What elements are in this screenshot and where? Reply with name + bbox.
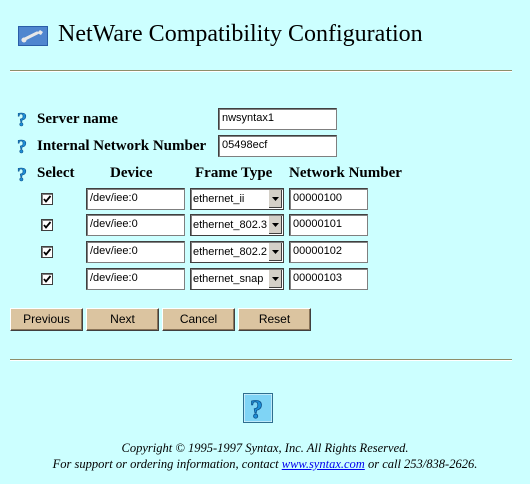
- support-text: For support or ordering information, con…: [0, 457, 530, 472]
- support-prefix: For support or ordering information, con…: [52, 457, 279, 471]
- support-suffix: or call 253/838-2626.: [367, 457, 478, 471]
- wrench-icon: [18, 26, 48, 46]
- cancel-button[interactable]: Cancel: [162, 308, 235, 331]
- column-header-frame-type: Frame Type: [195, 165, 273, 181]
- frame-type-select[interactable]: ethernet_802.3: [190, 214, 284, 236]
- chevron-down-icon[interactable]: [268, 270, 282, 288]
- syntax-website-link[interactable]: www.syntax.com: [282, 457, 365, 471]
- help-icon[interactable]: ?: [16, 137, 34, 159]
- svg-text:?: ?: [17, 137, 27, 154]
- help-icon[interactable]: ?: [16, 110, 34, 132]
- network-number-input[interactable]: 00000103: [289, 268, 368, 290]
- previous-button[interactable]: Previous: [10, 308, 83, 331]
- select-checkbox[interactable]: [41, 246, 53, 258]
- internal-network-number-label: Internal Network Number: [37, 138, 207, 154]
- device-input[interactable]: /dev/iee:0: [86, 188, 185, 210]
- column-header-device: Device: [110, 165, 153, 181]
- device-input[interactable]: /dev/iee:0: [86, 214, 185, 236]
- device-input[interactable]: /dev/iee:0: [86, 241, 185, 263]
- frame-type-value: ethernet_802.2: [193, 246, 268, 258]
- frame-type-value: ethernet_ii: [193, 193, 245, 205]
- frame-type-select[interactable]: ethernet_802.2: [190, 241, 284, 263]
- server-name-label: Server name: [37, 111, 118, 127]
- bottom-divider: [10, 359, 512, 361]
- chevron-down-icon[interactable]: [268, 216, 282, 234]
- network-number-input[interactable]: 00000101: [289, 214, 368, 236]
- chevron-down-icon[interactable]: [268, 243, 282, 261]
- server-name-input[interactable]: nwsyntax1: [218, 108, 337, 130]
- svg-text:?: ?: [17, 165, 27, 182]
- device-input[interactable]: /dev/iee:0: [86, 268, 185, 290]
- network-number-input[interactable]: 00000102: [289, 241, 368, 263]
- svg-text:?: ?: [17, 110, 27, 127]
- svg-text:?: ?: [250, 395, 263, 423]
- help-icon[interactable]: ?: [243, 393, 273, 424]
- column-header-select: Select: [37, 165, 75, 181]
- network-number-input[interactable]: 00000100: [289, 188, 368, 210]
- next-button[interactable]: Next: [86, 308, 159, 331]
- help-icon[interactable]: ?: [16, 165, 34, 187]
- select-checkbox[interactable]: [41, 273, 53, 285]
- select-checkbox[interactable]: [41, 219, 53, 231]
- top-divider: [10, 70, 512, 72]
- chevron-down-icon[interactable]: [268, 190, 282, 208]
- frame-type-value: ethernet_snap: [193, 273, 264, 285]
- frame-type-value: ethernet_802.3: [193, 219, 268, 231]
- frame-type-select[interactable]: ethernet_ii: [190, 188, 284, 210]
- page-title: NetWare Compatibility Configuration: [58, 21, 423, 47]
- copyright-text: Copyright © 1995-1997 Syntax, Inc. All R…: [121, 441, 409, 455]
- column-header-network-number: Network Number: [289, 165, 402, 181]
- select-checkbox[interactable]: [41, 193, 53, 205]
- frame-type-select[interactable]: ethernet_snap: [190, 268, 284, 290]
- reset-button[interactable]: Reset: [238, 308, 311, 331]
- internal-network-number-input[interactable]: 05498ecf: [218, 135, 337, 157]
